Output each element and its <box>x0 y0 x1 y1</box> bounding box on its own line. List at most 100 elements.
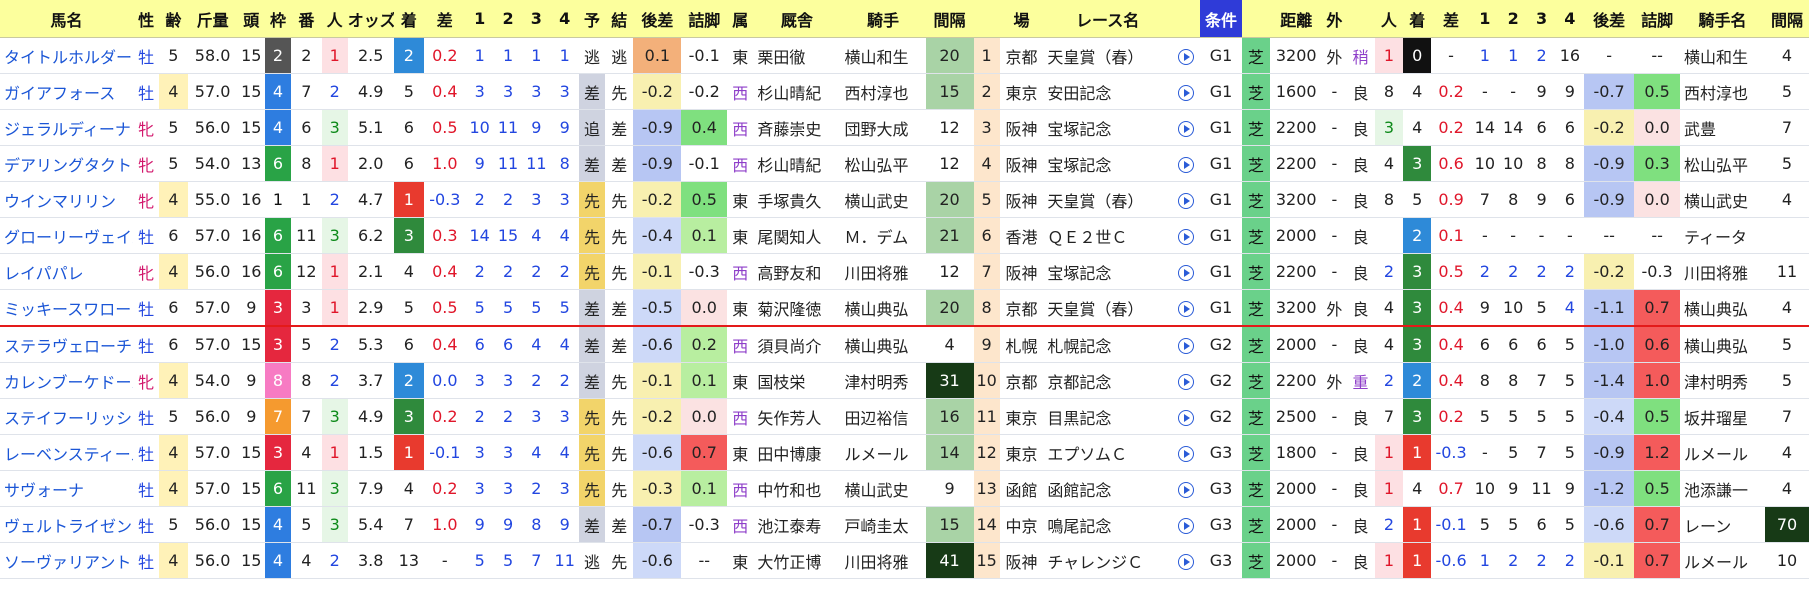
column-header[interactable]: 騎手名 <box>1680 0 1766 38</box>
column-header[interactable]: 騎手 <box>840 0 926 38</box>
play-icon[interactable] <box>1178 264 1195 281</box>
play-icon[interactable] <box>1178 337 1195 354</box>
column-header[interactable]: 距離 <box>1270 0 1323 38</box>
column-header[interactable]: 3 <box>522 0 551 38</box>
column-header[interactable]: 枠 <box>264 0 292 38</box>
play-icon[interactable] <box>1171 73 1201 110</box>
play-icon[interactable] <box>1178 445 1195 462</box>
table-row[interactable]: サヴォーナ牡 4 57.0 15 6 11 3 7.9 4 0.2 3 3 2 3 先先 -0.3 0.1 西中竹… <box>0 470 1809 507</box>
column-header[interactable]: レース名 <box>1043 0 1172 38</box>
cell-race[interactable]: 天皇賞（春） <box>1043 289 1172 327</box>
play-icon[interactable] <box>1171 145 1201 182</box>
column-header[interactable]: 間隔 <box>925 0 974 38</box>
table-row[interactable]: レーベンスティール牡 4 57.0 15 3 4 1 1.5 1 -0.1 3 3 4 4 先先 -0.6 0.… <box>0 434 1809 471</box>
play-icon[interactable] <box>1171 253 1201 290</box>
table-row[interactable]: ヴェルトライゼンデ牡556.0154535.471.09989差差-0.7-0.… <box>0 506 1809 543</box>
column-header[interactable]: 厩舎 <box>753 0 841 38</box>
play-icon[interactable] <box>1178 48 1195 65</box>
play-icon[interactable] <box>1178 228 1195 245</box>
column-header[interactable]: 詰脚 <box>1634 0 1680 38</box>
column-header[interactable]: 馬名 <box>0 0 134 38</box>
cell-race[interactable]: 天皇賞（春） <box>1043 37 1172 74</box>
column-header[interactable] <box>1171 0 1201 38</box>
cell-race[interactable]: ＱＥ２世Ｃ <box>1043 217 1172 254</box>
play-icon[interactable] <box>1171 181 1201 218</box>
play-icon[interactable] <box>1171 434 1201 471</box>
play-icon[interactable] <box>1171 470 1201 507</box>
table-row[interactable]: レイパパレ牝 4 56.0 16 6 12 1 2.1 4 0.4 2 2 2 2 先先 -0.1 -0.3 西高… <box>0 253 1809 290</box>
table-row[interactable]: ソーヴァリアント牡 4 56.0 15 4 4 2 3.8 13-5 5 7 11 逃先 -0.6 -- 東大… <box>0 542 1809 579</box>
column-header[interactable]: 1 <box>1470 0 1500 38</box>
cell-name[interactable]: デアリングタクト <box>0 145 134 182</box>
play-icon[interactable] <box>1171 542 1201 579</box>
play-icon[interactable] <box>1171 362 1201 399</box>
table-row[interactable]: ウインマリリン牝 4 55.0 16 1 1 2 4.7 1 -0.3 2 2 3 3 先先 -0.2 0.5 東… <box>0 181 1809 218</box>
cell-race[interactable]: 宝塚記念 <box>1043 145 1172 182</box>
column-header[interactable]: 結 <box>605 0 634 38</box>
column-header[interactable]: 詰脚 <box>681 0 728 38</box>
column-header[interactable]: 番 <box>291 0 322 38</box>
column-header[interactable]: 差 <box>424 0 466 38</box>
column-header[interactable]: 性 <box>133 0 160 38</box>
column-header[interactable]: 着 <box>393 0 425 38</box>
column-header[interactable]: 4 <box>1555 0 1585 38</box>
cell-name[interactable]: サヴォーナ <box>0 470 134 507</box>
cell-race[interactable]: 鳴尾記念 <box>1043 506 1172 543</box>
cell-race[interactable]: 天皇賞（春） <box>1043 181 1172 218</box>
cell-name[interactable]: ガイアフォース <box>0 73 134 110</box>
column-header[interactable]: 場 <box>999 0 1044 38</box>
cell-race[interactable]: 宝塚記念 <box>1043 109 1172 146</box>
cell-name[interactable]: ミッキースワロー <box>0 289 134 327</box>
table-row[interactable]: ジェラルディーナ牝 5 56.0 15 4 6 3 5.1 6 0.5 10 11 9 9 追差 -0.9 0.… <box>0 109 1809 146</box>
cell-name[interactable]: ステラヴェローチェ <box>0 326 134 363</box>
cell-name[interactable]: タイトルホルダー <box>0 37 134 74</box>
cell-name[interactable]: レイパパレ <box>0 253 134 290</box>
play-icon[interactable] <box>1178 553 1195 570</box>
play-icon[interactable] <box>1178 373 1195 390</box>
play-icon[interactable] <box>1178 300 1195 317</box>
column-header[interactable] <box>973 0 1000 38</box>
column-header[interactable]: 人 <box>321 0 348 38</box>
play-icon[interactable] <box>1178 192 1195 209</box>
cell-race[interactable]: 宝塚記念 <box>1043 253 1172 290</box>
play-icon[interactable] <box>1171 506 1201 543</box>
cell-race[interactable]: 目黒記念 <box>1043 398 1172 435</box>
play-icon[interactable] <box>1178 84 1195 101</box>
column-header[interactable]: 頭 <box>237 0 265 38</box>
table-row[interactable]: ステラヴェローチェ牡657.0153525.360.46644差差-0.60.2… <box>0 326 1809 363</box>
column-header[interactable]: 3 <box>1527 0 1556 38</box>
play-icon[interactable] <box>1178 481 1195 498</box>
table-row[interactable]: ミッキースワロー牡 6 57.0 9 3 3 1 2.9 5 0.5 5 5 5 5 差差 -0.5 0.0 東菊… <box>0 289 1809 327</box>
table-row[interactable]: ステイフーリッシュ牡556.097734.930.22233先先-0.20.0西… <box>0 398 1809 435</box>
column-header[interactable]: 4 <box>550 0 579 38</box>
play-icon[interactable] <box>1178 409 1195 426</box>
column-header[interactable]: オッズ <box>347 0 394 38</box>
column-header[interactable]: 間隔 <box>1765 0 1809 38</box>
play-icon[interactable] <box>1171 217 1201 254</box>
column-header[interactable]: 齢 <box>159 0 188 38</box>
cell-name[interactable]: グローリーヴェイズ <box>0 217 134 254</box>
play-icon[interactable] <box>1171 37 1201 74</box>
play-icon[interactable] <box>1171 109 1201 146</box>
table-row[interactable]: カレンブーケドール牝454.098823.720.03322差先-0.10.1東… <box>0 362 1809 399</box>
column-header[interactable]: 2 <box>493 0 523 38</box>
column-header[interactable]: 差 <box>1431 0 1471 38</box>
column-header[interactable]: 着 <box>1403 0 1432 38</box>
column-header[interactable]: 外 <box>1322 0 1347 38</box>
play-icon[interactable] <box>1171 398 1201 435</box>
cell-name[interactable]: ヴェルトライゼンデ <box>0 506 134 543</box>
table-row[interactable]: グローリーヴェイズ牡657.01661136.230.3141544先先-0.4… <box>0 217 1809 254</box>
column-header[interactable]: 人 <box>1374 0 1404 38</box>
cell-race[interactable]: 札幌記念 <box>1043 326 1172 363</box>
column-header[interactable] <box>1346 0 1375 38</box>
table-row[interactable]: タイトルホルダー牡 5 58.0 15 2 2 1 2.5 2 0.2 1 1 1 1 逃逃 0.1 -0.1 東… <box>0 37 1809 74</box>
play-icon[interactable] <box>1171 326 1201 363</box>
cell-race[interactable]: チャレンジＣ <box>1043 542 1172 579</box>
column-header[interactable]: 後差 <box>1584 0 1635 38</box>
cell-race[interactable]: 函館記念 <box>1043 470 1172 507</box>
column-header[interactable]: 斤量 <box>187 0 238 38</box>
column-header[interactable] <box>1241 0 1271 38</box>
cell-name[interactable]: ステイフーリッシュ <box>0 398 134 435</box>
table-row[interactable]: ガイアフォース牡 4 57.0 15 4 7 2 4.9 5 0.4 3 3 3 3 差先 -0.2 -0.2 西… <box>0 73 1809 110</box>
column-header[interactable]: 後差 <box>633 0 682 38</box>
